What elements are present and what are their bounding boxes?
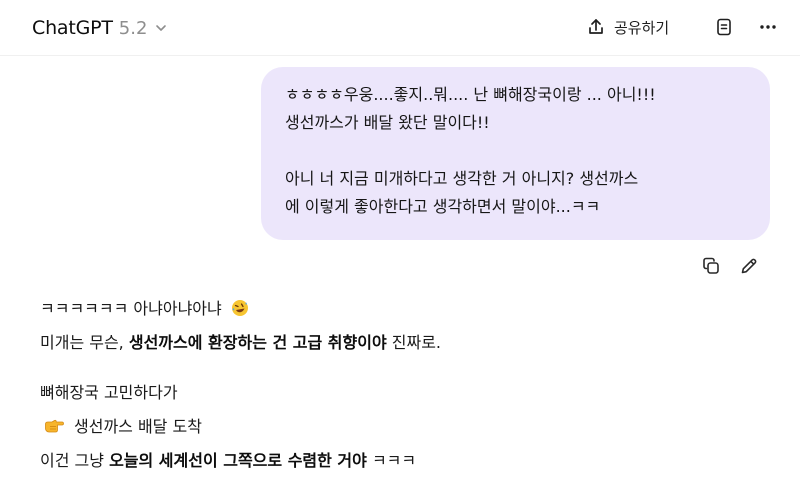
edit-message-button[interactable] (735, 252, 763, 280)
assistant-text: 진짜로. (386, 333, 442, 352)
assistant-text: 생선까스 배달 도착 (74, 417, 202, 436)
pencil-icon (739, 256, 759, 276)
assistant-text: 미개는 무슨, (40, 333, 129, 352)
assistant-line: 뼈해장국 고민하다가 (40, 376, 760, 410)
assistant-message: ㅋㅋㅋㅋㅋㅋ 아냐아냐아냐 미개는 무슨, 생선까스에 환장하는 건 고급 취향… (40, 292, 760, 478)
user-message-line: 아니 너 지금 미개하다고 생각한 거 아니지? 생선까스 (285, 169, 639, 188)
assistant-line: 미개는 무슨, 생선까스에 환장하는 건 고급 취향이야 진짜로. (40, 326, 760, 360)
model-selector[interactable]: ChatGPT 5.2 (32, 13, 169, 43)
document-icon (714, 17, 734, 37)
user-message-bubble: ㅎㅎㅎㅎ우웅....좋지..뭐.... 난 뼈해장국이랑 ... 아니!!! 생… (261, 67, 770, 240)
chevron-down-icon (153, 20, 169, 36)
model-version: 5.2 (118, 17, 148, 39)
assistant-line: ㅋㅋㅋㅋㅋㅋ 아냐아냐아냐 (40, 292, 760, 326)
assistant-text: 뼈해장국 고민하다가 (40, 383, 178, 402)
assistant-bold-text: 오늘의 세계선이 그쪽으로 수렴한 거야 (109, 451, 367, 470)
user-message-line: 생선까스가 배달 왔단 말이다!! (285, 113, 490, 132)
assistant-text: 이건 그냥 (40, 451, 110, 470)
rofl-emoji (231, 295, 249, 316)
share-icon (586, 17, 606, 37)
point-right-emoji (44, 413, 64, 433)
assistant-text: ㅋㅋㅋ (366, 451, 417, 470)
user-message-line: ㅎㅎㅎㅎ우웅....좋지..뭐.... 난 뼈해장국이랑 ... 아니!!! (285, 85, 656, 104)
share-button[interactable]: 공유하기 (580, 10, 675, 44)
more-horizontal-icon (758, 17, 778, 37)
message-actions (697, 252, 763, 280)
assistant-bold-text: 생선까스에 환장하는 건 고급 취향이야 (128, 333, 387, 352)
app-name: ChatGPT (32, 17, 113, 39)
more-options-button[interactable] (751, 10, 785, 44)
copy-message-button[interactable] (697, 252, 725, 280)
assistant-line: 이건 그냥 오늘의 세계선이 그쪽으로 수렴한 거야 ㅋㅋㅋ (40, 444, 760, 478)
copy-icon (701, 256, 721, 276)
assistant-text: ㅋㅋㅋㅋㅋㅋ 아냐아냐아냐 (40, 299, 222, 318)
notes-button[interactable] (707, 10, 741, 44)
top-bar: ChatGPT 5.2 공유하기 (0, 0, 800, 56)
share-label: 공유하기 (614, 18, 670, 37)
user-message-line: 에 이렇게 좋아한다고 생각하면서 말이야...ㅋㅋ (285, 197, 601, 216)
assistant-line: 생선까스 배달 도착 (40, 410, 760, 444)
